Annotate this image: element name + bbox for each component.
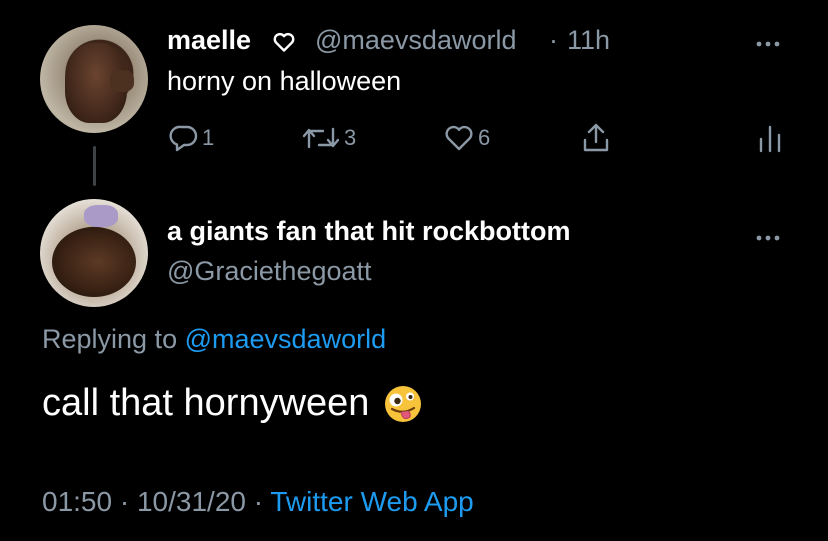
retweet-icon (301, 123, 341, 153)
reply-handle[interactable]: @Graciethegoatt (167, 256, 372, 287)
heart-icon (443, 123, 475, 153)
reply-tweet-body: call that hornyween (42, 382, 423, 425)
analytics-button[interactable] (756, 122, 784, 154)
heart-outline-icon (272, 30, 296, 59)
like-button[interactable]: 6 (443, 122, 490, 154)
like-count: 6 (478, 125, 491, 150)
share-button[interactable] (580, 122, 612, 154)
reply-button[interactable]: 1 (169, 122, 214, 154)
zany-face-emoji (383, 384, 423, 424)
reply-time[interactable]: 01:50 (42, 486, 112, 517)
meta-separator: · (253, 486, 264, 517)
parent-tweet-text: horny on halloween (167, 66, 402, 96)
replying-to-line: Replying to @maevsdaworld (42, 324, 386, 355)
reply-meta: 01:50 · 10/31/20 · Twitter Web App (42, 486, 474, 518)
analytics-icon (756, 123, 784, 153)
share-icon (580, 122, 612, 154)
more-horizontal-icon[interactable] (756, 229, 780, 241)
reply-tweet-text: call that hornyween (42, 382, 370, 424)
avatar-graciethegoatt[interactable] (40, 199, 148, 307)
meta-separator: · (119, 486, 130, 517)
time-separator: · (549, 25, 558, 55)
retweet-count: 3 (344, 125, 357, 150)
thread-connector (93, 146, 96, 186)
reply-display-name[interactable]: a giants fan that hit rockbottom (167, 216, 571, 247)
reply-source[interactable]: Twitter Web App (270, 486, 473, 517)
parent-handle[interactable]: @maevsdaworld (315, 25, 517, 56)
reply-icon (169, 123, 199, 153)
reply-date[interactable]: 10/31/20 (137, 486, 246, 517)
retweet-button[interactable]: 3 (301, 122, 356, 154)
parent-timestamp[interactable]: 11h (567, 25, 610, 56)
more-horizontal-icon[interactable] (756, 35, 780, 47)
replying-to-mention[interactable]: @maevsdaworld (185, 324, 387, 354)
replying-to-label: Replying to (42, 324, 178, 354)
parent-display-name[interactable]: maelle (167, 25, 251, 56)
reply-count: 1 (202, 125, 215, 150)
avatar-maelle[interactable] (40, 25, 148, 133)
tweet-thread: maelle @maevsdaworld · 11h horny on hall… (0, 0, 828, 541)
